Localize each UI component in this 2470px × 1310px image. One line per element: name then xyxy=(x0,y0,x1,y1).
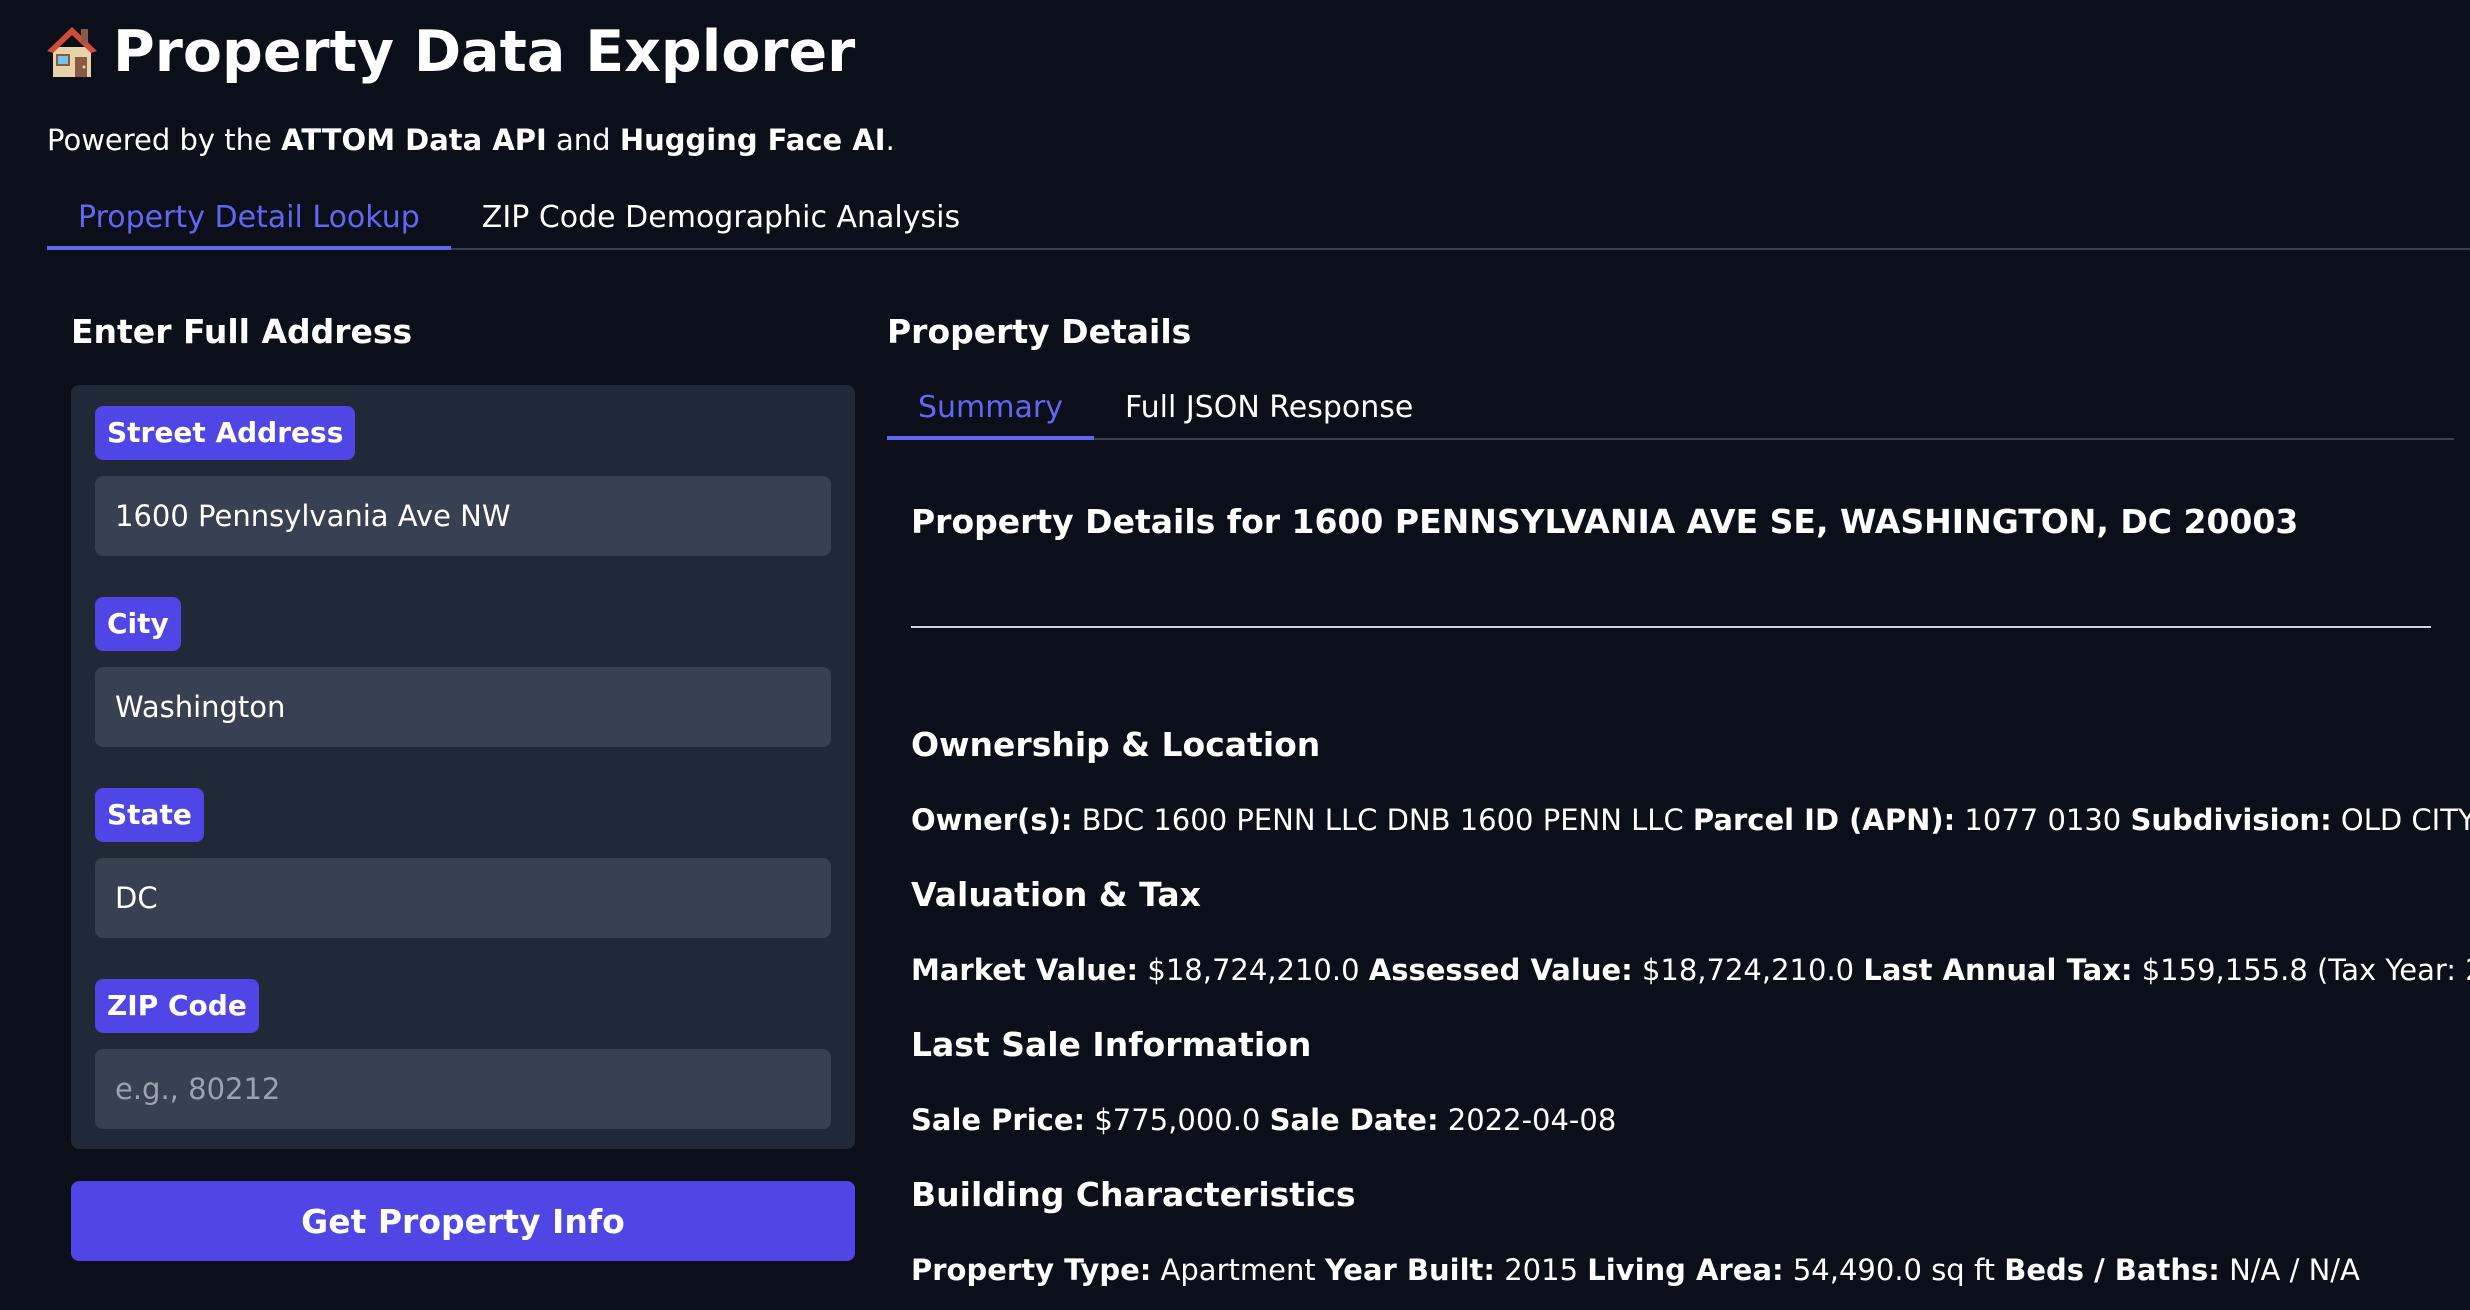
details-tabs: Summary Full JSON Response xyxy=(887,378,2454,440)
owner-value: BDC 1600 PENN LLC DNB 1600 PENN LLC xyxy=(1072,803,1693,837)
state-input[interactable] xyxy=(95,858,831,938)
form-title: Enter Full Address xyxy=(71,312,413,351)
sale-title: Last Sale Information xyxy=(911,1025,1312,1064)
sale-line: Sale Price: $775,000.0 Sale Date: 2022-0… xyxy=(911,1103,1617,1137)
main-tabs: Property Detail Lookup ZIP Code Demograp… xyxy=(47,188,2470,250)
ai-name: Hugging Face AI xyxy=(619,123,886,157)
assessed-value: $18,724,210.0 xyxy=(1632,953,1864,987)
street-address-input[interactable] xyxy=(95,476,831,556)
house-icon xyxy=(47,27,97,77)
tab-full-json-response[interactable]: Full JSON Response xyxy=(1094,378,1444,438)
app-title: Property Data Explorer xyxy=(47,16,855,88)
apn-value: 1077 0130 xyxy=(1955,803,2131,837)
building-title: Building Characteristics xyxy=(911,1175,1356,1214)
tab-summary[interactable]: Summary xyxy=(887,378,1094,440)
valuation-title: Valuation & Tax xyxy=(911,875,1201,914)
api-name: ATTOM Data API xyxy=(281,123,547,157)
sale-price-value: $775,000.0 xyxy=(1085,1103,1270,1137)
zip-code-input[interactable] xyxy=(95,1049,831,1129)
ownership-line: Owner(s): BDC 1600 PENN LLC DNB 1600 PEN… xyxy=(911,798,2470,842)
address-form: Street Address City State ZIP Code xyxy=(71,385,855,1149)
property-details-title: Property Details xyxy=(887,312,1192,351)
state-label: State xyxy=(95,788,204,842)
tab-property-detail-lookup[interactable]: Property Detail Lookup xyxy=(47,188,451,250)
building-line: Property Type: Apartment Year Built: 201… xyxy=(911,1253,2360,1287)
city-input[interactable] xyxy=(95,667,831,747)
living-area-value: 54,490.0 sq ft xyxy=(1783,1253,2005,1287)
beds-baths-value: N/A / N/A xyxy=(2219,1253,2360,1287)
app-subtitle: Powered by the ATTOM Data API and Huggin… xyxy=(47,123,895,157)
year-built-value: 2015 xyxy=(1495,1253,1588,1287)
street-address-label: Street Address xyxy=(95,406,356,460)
tab-zip-demographic-analysis[interactable]: ZIP Code Demographic Analysis xyxy=(451,188,991,248)
property-type-value: Apartment xyxy=(1151,1253,1325,1287)
tax-value: $159,155.8 (Tax Year: 2024.0) xyxy=(2141,953,2470,987)
sale-date-value: 2022-04-08 xyxy=(1438,1103,1617,1137)
zip-code-label: ZIP Code xyxy=(95,979,259,1033)
market-value: $18,724,210.0 xyxy=(1138,953,1369,987)
app-title-text: Property Data Explorer xyxy=(113,19,856,85)
city-label: City xyxy=(95,597,181,651)
ownership-title: Ownership & Location xyxy=(911,725,1321,764)
property-heading: Property Details for 1600 PENNSYLVANIA A… xyxy=(911,502,2299,541)
subdivision-value: OLD CITY 1 xyxy=(2340,803,2470,837)
divider xyxy=(911,626,2431,628)
valuation-line: Market Value: $18,724,210.0 Assessed Val… xyxy=(911,948,2470,992)
get-property-info-button[interactable]: Get Property Info xyxy=(71,1181,855,1261)
